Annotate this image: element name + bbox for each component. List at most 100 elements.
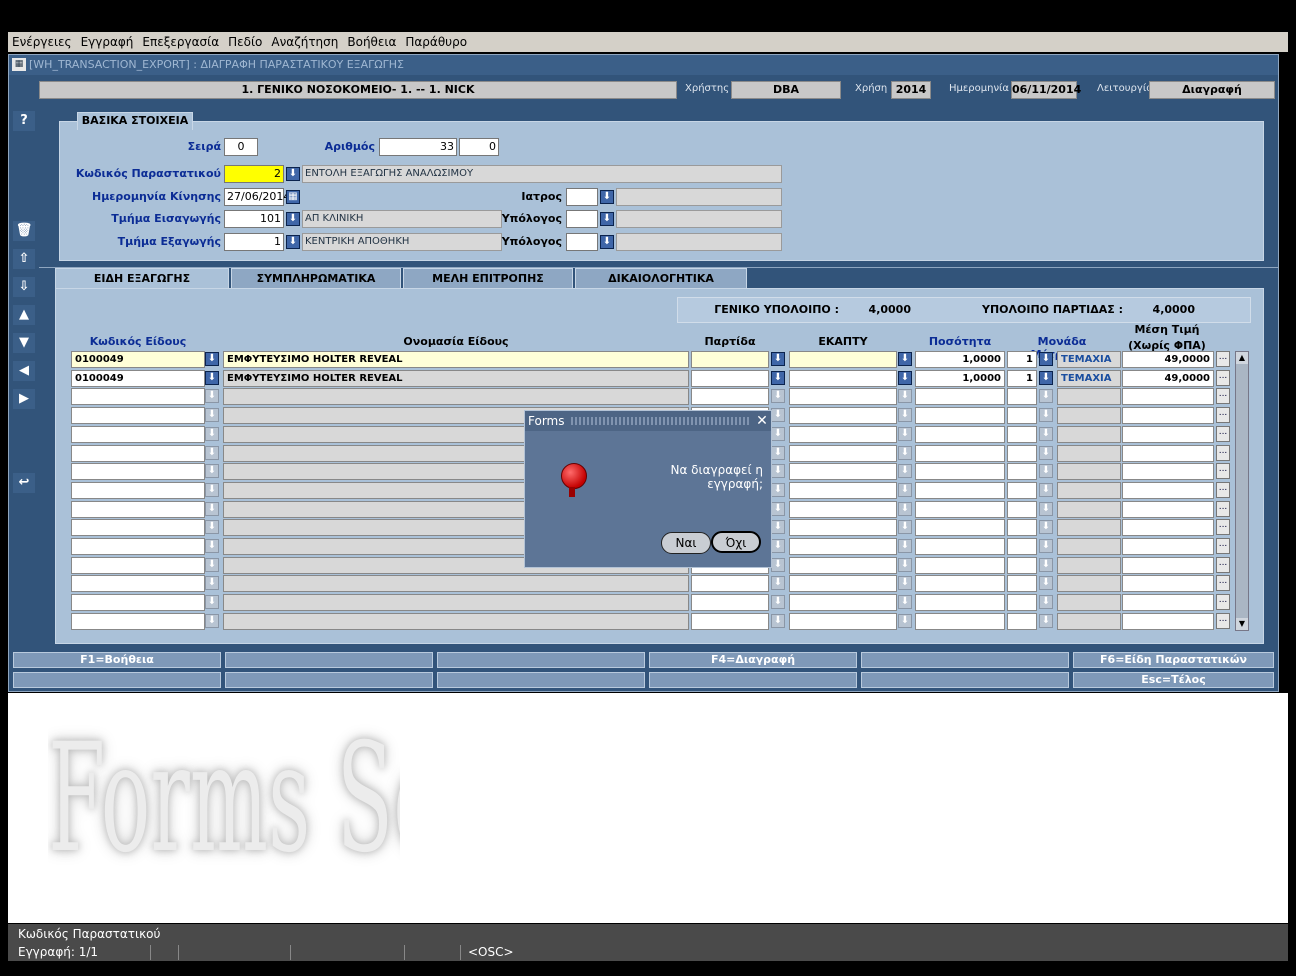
ekapty-lov-icon[interactable]: ⬇ (898, 446, 912, 460)
ekapty-lov-icon[interactable]: ⬇ (898, 558, 912, 572)
cell-ekapty[interactable] (789, 370, 897, 387)
item-code-lov-icon[interactable]: ⬇ (205, 576, 219, 590)
cell-quantity[interactable] (915, 426, 1005, 443)
cell-item-code[interactable] (71, 445, 205, 462)
unit-lov-icon[interactable]: ⬇ (1039, 539, 1053, 553)
series-field[interactable]: 0 (224, 138, 258, 156)
item-code-lov-icon[interactable]: ⬇ (205, 446, 219, 460)
unit-lov-icon[interactable]: ⬇ (1039, 558, 1053, 572)
tab-committee[interactable]: ΜΕΛΗ ΕΠΙΤΡΟΠΗΣ (403, 268, 573, 289)
cell-batch[interactable] (691, 370, 769, 387)
row-more-icon[interactable]: ... (1216, 426, 1230, 442)
cell-avg-price[interactable] (1122, 463, 1214, 480)
unit-lov-icon[interactable]: ⬇ (1039, 464, 1053, 478)
accountable-code-field-2[interactable] (566, 233, 598, 251)
cell-batch[interactable] (691, 575, 769, 592)
tab-export-items[interactable]: ΕΙΔΗ ΕΞΑΓΩΓΗΣ (55, 268, 229, 289)
export-dept-field[interactable]: 1 (224, 233, 284, 251)
cell-unit-code[interactable] (1007, 407, 1037, 424)
item-code-lov-icon[interactable]: ⬇ (205, 427, 219, 441)
ekapty-lov-icon[interactable]: ⬇ (898, 408, 912, 422)
cell-ekapty[interactable] (789, 407, 897, 424)
ekapty-lov-icon[interactable]: ⬇ (898, 502, 912, 516)
cell-quantity[interactable] (915, 407, 1005, 424)
batch-lov-icon[interactable]: ⬇ (771, 427, 785, 441)
unit-lov-icon[interactable]: ⬇ (1039, 427, 1053, 441)
cell-avg-price[interactable]: 49,0000 (1122, 370, 1214, 387)
item-code-lov-icon[interactable]: ⬇ (205, 520, 219, 534)
batch-lov-icon[interactable]: ⬇ (771, 502, 785, 516)
cell-unit-code[interactable]: 1 (1007, 351, 1037, 368)
undo-icon[interactable]: ↩ (13, 473, 35, 493)
menu-record[interactable]: Εγγραφή (77, 32, 139, 52)
cell-quantity[interactable] (915, 519, 1005, 536)
cell-avg-price[interactable] (1122, 445, 1214, 462)
cell-quantity[interactable] (915, 482, 1005, 499)
unit-lov-icon[interactable]: ⬇ (1039, 483, 1053, 497)
cell-item-code[interactable] (71, 538, 205, 555)
batch-lov-icon[interactable]: ⬇ (771, 539, 785, 553)
cell-unit-code[interactable] (1007, 445, 1037, 462)
unit-lov-icon[interactable]: ⬇ (1039, 352, 1053, 366)
batch-lov-icon[interactable]: ⬇ (771, 576, 785, 590)
yes-button[interactable]: Ναι (661, 532, 711, 554)
cell-quantity[interactable]: 1,0000 (915, 351, 1005, 368)
cell-unit-code[interactable] (1007, 388, 1037, 405)
item-code-lov-icon[interactable]: ⬇ (205, 502, 219, 516)
cell-avg-price[interactable] (1122, 519, 1214, 536)
export-dept-lov-icon[interactable]: ⬇ (286, 235, 300, 249)
cell-item-code[interactable] (71, 613, 205, 630)
cell-item-code[interactable] (71, 501, 205, 518)
ekapty-lov-icon[interactable]: ⬇ (898, 352, 912, 366)
batch-lov-icon[interactable]: ⬇ (771, 446, 785, 460)
item-code-lov-icon[interactable]: ⬇ (205, 558, 219, 572)
item-code-lov-icon[interactable]: ⬇ (205, 352, 219, 366)
cell-ekapty[interactable] (789, 426, 897, 443)
cell-avg-price[interactable] (1122, 388, 1214, 405)
unit-lov-icon[interactable]: ⬇ (1039, 576, 1053, 590)
cell-batch[interactable] (691, 388, 769, 405)
row-more-icon[interactable]: ... (1216, 613, 1230, 629)
movement-date-field[interactable]: 27/06/2014 (224, 188, 290, 206)
ekapty-lov-icon[interactable]: ⬇ (898, 389, 912, 403)
cell-avg-price[interactable] (1122, 613, 1214, 630)
cell-ekapty[interactable] (789, 463, 897, 480)
item-code-lov-icon[interactable]: ⬇ (205, 539, 219, 553)
accountable-lov-icon-1[interactable]: ⬇ (600, 212, 614, 226)
trash-icon[interactable]: 🗑 (13, 221, 35, 241)
import-dept-field[interactable]: 101 (224, 210, 284, 228)
unit-lov-icon[interactable]: ⬇ (1039, 520, 1053, 534)
grid-scrollbar[interactable]: ▲ ▼ (1235, 351, 1249, 631)
cell-avg-price[interactable] (1122, 407, 1214, 424)
cell-item-code[interactable] (71, 482, 205, 499)
unit-lov-icon[interactable]: ⬇ (1039, 614, 1053, 628)
ekapty-lov-icon[interactable]: ⬇ (898, 464, 912, 478)
cell-item-code[interactable] (71, 426, 205, 443)
calendar-icon[interactable]: ▦ (286, 190, 300, 204)
batch-lov-icon[interactable]: ⬇ (771, 408, 785, 422)
row-more-icon[interactable]: ... (1216, 501, 1230, 517)
cell-item-code[interactable] (71, 575, 205, 592)
batch-lov-icon[interactable]: ⬇ (771, 595, 785, 609)
batch-lov-icon[interactable]: ⬇ (771, 352, 785, 366)
help-icon[interactable]: ? (13, 111, 35, 131)
first-record-icon[interactable]: ⇧ (13, 249, 35, 269)
accountable-lov-icon-2[interactable]: ⬇ (600, 235, 614, 249)
cell-ekapty[interactable] (789, 613, 897, 630)
next-record-icon[interactable]: ▼ (13, 333, 35, 353)
next-block-icon[interactable]: ▶ (13, 389, 35, 409)
cell-item-code[interactable] (71, 463, 205, 480)
unit-lov-icon[interactable]: ⬇ (1039, 408, 1053, 422)
ekapty-lov-icon[interactable]: ⬇ (898, 576, 912, 590)
tab-documents[interactable]: ΔΙΚΑΙΟΛΟΓΗΤΙΚΑ (575, 268, 747, 289)
cell-unit-code[interactable] (1007, 482, 1037, 499)
cell-avg-price[interactable] (1122, 482, 1214, 499)
cell-ekapty[interactable] (789, 575, 897, 592)
item-code-lov-icon[interactable]: ⬇ (205, 371, 219, 385)
item-code-lov-icon[interactable]: ⬇ (205, 389, 219, 403)
item-code-lov-icon[interactable]: ⬇ (205, 483, 219, 497)
cell-ekapty[interactable] (789, 501, 897, 518)
row-more-icon[interactable]: ... (1216, 463, 1230, 479)
row-more-icon[interactable]: ... (1216, 557, 1230, 573)
batch-lov-icon[interactable]: ⬇ (771, 371, 785, 385)
